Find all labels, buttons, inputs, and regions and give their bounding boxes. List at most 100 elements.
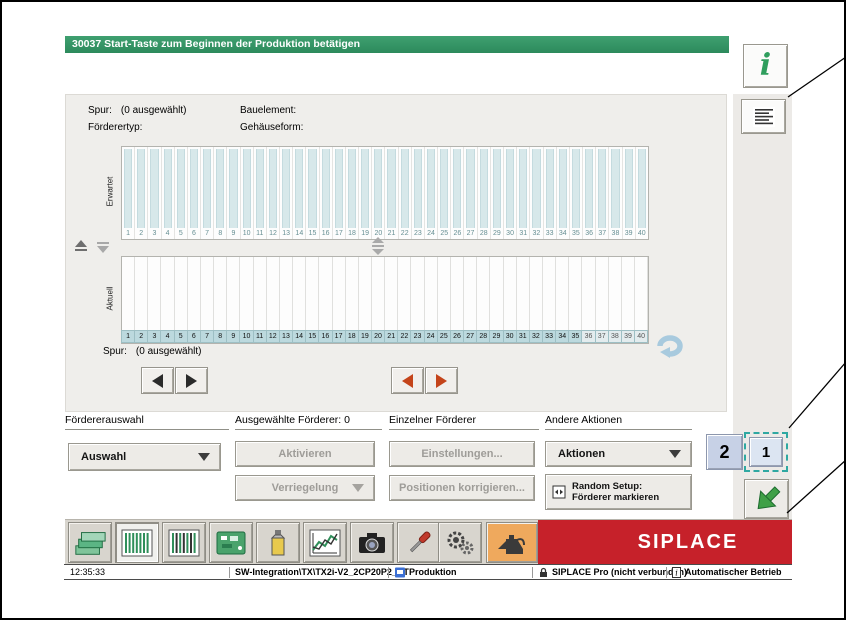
- section-ausgewaehlte-foerderer: Ausgewählte Förderer: 0: [235, 414, 382, 430]
- section-title: Fördererauswahl: [65, 414, 229, 426]
- oil-can-icon: [495, 528, 529, 558]
- actual-prev-button[interactable]: [391, 367, 424, 394]
- spur-top-label: Spur: (0 ausgewählt): [88, 105, 187, 116]
- gantry-2-button[interactable]: 2: [706, 434, 743, 470]
- expected-slot-39[interactable]: 39: [623, 147, 636, 239]
- expected-slot-36[interactable]: 36: [583, 147, 596, 239]
- toolbar-pcb-button[interactable]: [209, 522, 253, 563]
- sort-down-icon: [96, 240, 110, 253]
- expected-slot-35[interactable]: 35: [570, 147, 583, 239]
- random-setup-line2: Förderer markieren: [572, 492, 659, 503]
- toolbar-service-button[interactable]: [438, 522, 482, 563]
- toolbar-setup-partial-button[interactable]: [162, 522, 206, 563]
- expected-slot-18[interactable]: 18: [346, 147, 359, 239]
- actual-slot-40[interactable]: 40: [635, 257, 648, 343]
- actual-next-button[interactable]: [425, 367, 458, 394]
- expected-slot-24[interactable]: 24: [425, 147, 438, 239]
- section-foerdererauswahl: Fördererauswahl: [65, 414, 229, 430]
- expected-slot-4[interactable]: 4: [162, 147, 175, 239]
- swap-vertical-icon: [370, 237, 386, 255]
- expected-slot-40[interactable]: 40: [636, 147, 648, 239]
- verriegelung-dropdown[interactable]: Verriegelung: [235, 475, 375, 501]
- toolbar-feeder-stack-button[interactable]: [68, 522, 112, 563]
- siplace-logo: SIPLACE: [538, 520, 792, 564]
- spur-top-value: (0 ausgewählt): [121, 105, 187, 116]
- toolbar-camera-button[interactable]: [350, 522, 394, 563]
- expected-slot-8[interactable]: 8: [214, 147, 227, 239]
- expected-slot-9[interactable]: 9: [227, 147, 240, 239]
- expected-slot-17[interactable]: 17: [333, 147, 346, 239]
- expected-slot-15[interactable]: 15: [306, 147, 319, 239]
- expected-slot-7[interactable]: 7: [201, 147, 214, 239]
- section-title: Ausgewählte Förderer: 0: [235, 414, 382, 426]
- expected-slot-33[interactable]: 33: [544, 147, 557, 239]
- expected-slot-20[interactable]: 20: [372, 147, 385, 239]
- expected-slot-31[interactable]: 31: [517, 147, 530, 239]
- expected-slot-12[interactable]: 12: [267, 147, 280, 239]
- move-top-button[interactable]: [72, 239, 90, 253]
- green-return-arrow-icon: [751, 484, 783, 514]
- expected-slot-19[interactable]: 19: [359, 147, 372, 239]
- expected-slot-14[interactable]: 14: [293, 147, 306, 239]
- screwdriver-icon: [402, 528, 436, 558]
- expected-slot-3[interactable]: 3: [148, 147, 161, 239]
- arrow-right-icon: [186, 374, 197, 388]
- feeder-stack-icon: [73, 527, 107, 558]
- positionen-korrigieren-button[interactable]: Positionen korrigieren...: [389, 475, 535, 501]
- expected-track-display[interactable]: 1234567891011121314151617181920212223242…: [121, 146, 649, 240]
- expected-slot-27[interactable]: 27: [464, 147, 477, 239]
- track-prev-button[interactable]: [141, 367, 174, 394]
- info-box-icon: i: [672, 567, 681, 578]
- expected-slot-16[interactable]: 16: [320, 147, 333, 239]
- siplace-window: 30037 Start-Taste zum Beginnen der Produ…: [0, 0, 846, 620]
- expected-slot-1[interactable]: 1: [122, 147, 135, 239]
- statistics-icon: [308, 528, 342, 558]
- expected-slot-30[interactable]: 30: [504, 147, 517, 239]
- expected-slot-37[interactable]: 37: [596, 147, 609, 239]
- actual-track-display[interactable]: 1234567891011121314151617181920212223242…: [121, 256, 649, 344]
- expected-slot-22[interactable]: 22: [399, 147, 412, 239]
- toolbar-maintenance-button[interactable]: [486, 522, 538, 563]
- expected-slot-32[interactable]: 32: [530, 147, 543, 239]
- gantry-1-button[interactable]: 1: [749, 437, 783, 467]
- einstellungen-button[interactable]: Einstellungen...: [389, 441, 535, 467]
- move-bottom-button[interactable]: [94, 239, 112, 253]
- expected-slot-13[interactable]: 13: [280, 147, 293, 239]
- foerderertyp-label: Förderertyp:: [88, 122, 142, 133]
- track-next-button[interactable]: [175, 367, 208, 394]
- chevron-down-icon: [352, 484, 364, 492]
- dispenser-icon: [261, 528, 295, 558]
- aktivieren-button[interactable]: Aktivieren: [235, 441, 375, 467]
- expected-slot-6[interactable]: 6: [188, 147, 201, 239]
- expected-slot-34[interactable]: 34: [557, 147, 570, 239]
- auswahl-dropdown[interactable]: Auswahl: [68, 443, 221, 471]
- info-button[interactable]: i: [743, 44, 788, 88]
- expected-slot-25[interactable]: 25: [438, 147, 451, 239]
- arrow-right-red-icon: [436, 374, 447, 388]
- expected-slot-26[interactable]: 26: [451, 147, 464, 239]
- rotate-view-button[interactable]: [651, 331, 687, 359]
- status-project: SW-Integration\TX\TX2i-V2_2CP20P2_DT: [235, 567, 409, 578]
- toolbar-dispenser-button[interactable]: [256, 522, 300, 563]
- expected-slot-29[interactable]: 29: [491, 147, 504, 239]
- expected-slot-10[interactable]: 10: [241, 147, 254, 239]
- expected-slot-5[interactable]: 5: [175, 147, 188, 239]
- setup-list-button[interactable]: [741, 99, 786, 134]
- expected-slot-23[interactable]: 23: [412, 147, 425, 239]
- back-arrow-button[interactable]: [744, 479, 789, 519]
- toolbar-statistics-button[interactable]: [303, 522, 347, 563]
- expected-slot-2[interactable]: 2: [135, 147, 148, 239]
- status-bar: 12:35:33 SW-Integration\TX\TX2i-V2_2CP20…: [64, 564, 792, 580]
- toolbar-setup-table-button[interactable]: [115, 522, 159, 563]
- expected-slot-38[interactable]: 38: [609, 147, 622, 239]
- random-setup-button[interactable]: Random Setup: Förderer markieren: [545, 474, 692, 510]
- status-mode: Produktion: [409, 567, 457, 578]
- expected-slot-11[interactable]: 11: [254, 147, 267, 239]
- expected-slot-28[interactable]: 28: [478, 147, 491, 239]
- aktionen-dropdown[interactable]: Aktionen: [545, 441, 692, 467]
- setup-table-partial-icon: [167, 528, 201, 558]
- expected-track-columns: 1234567891011121314151617181920212223242…: [122, 147, 648, 239]
- expected-slot-21[interactable]: 21: [385, 147, 398, 239]
- chevron-down-icon: [669, 450, 681, 458]
- toolbar-tools-button[interactable]: [397, 522, 441, 563]
